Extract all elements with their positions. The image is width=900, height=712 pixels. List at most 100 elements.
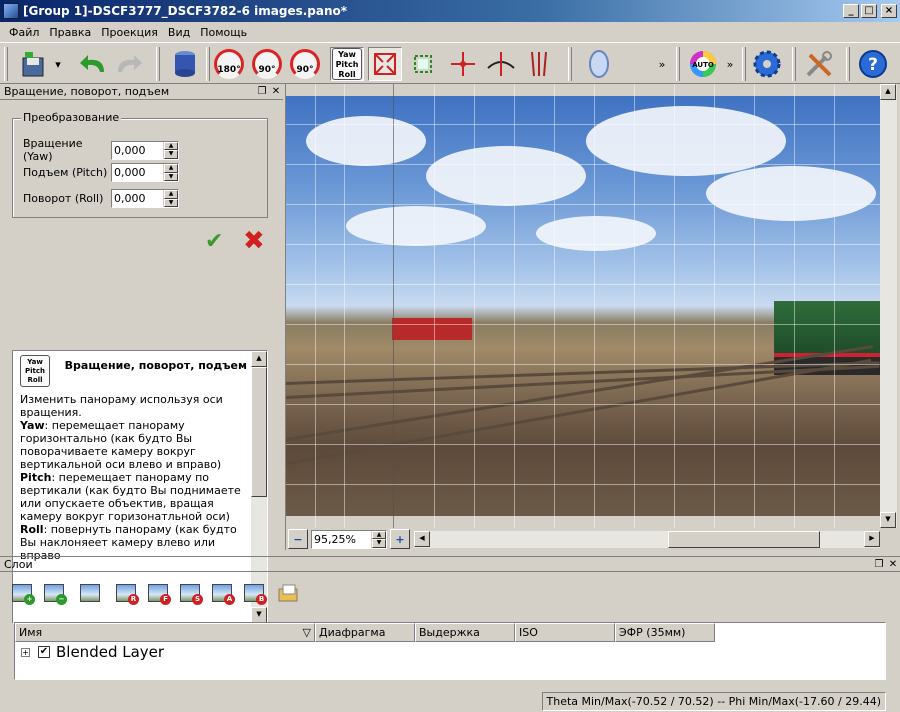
spin-up-icon[interactable]: ▲ — [164, 190, 178, 199]
rotate-180-label: 180° — [217, 65, 241, 75]
close-panel-icon[interactable]: ✕ — [886, 559, 900, 570]
yaw-pitch-roll-icon: Yaw Pitch Roll — [332, 48, 362, 80]
layer-a-button[interactable]: A — [210, 581, 235, 605]
layer-visible-checkbox[interactable]: ✔ — [38, 646, 50, 658]
menu-view[interactable]: Вид — [163, 26, 195, 39]
undo-button[interactable] — [76, 47, 110, 81]
rotate-180-button[interactable]: 180° — [212, 47, 246, 81]
toolbar-overflow-button[interactable]: » — [652, 47, 672, 81]
help-item-yaw: Yaw: перемещает панораму горизонтально (… — [20, 419, 247, 471]
redo-icon — [118, 55, 142, 72]
yaw-value[interactable]: 0,000 — [112, 142, 163, 159]
zoom-spinbox[interactable]: 95,25% ▲ ▼ — [311, 529, 387, 549]
table-row[interactable]: + ✔ Blended Layer — [15, 642, 885, 662]
preview-horizontal-scrollbar[interactable]: ◀ ▶ — [414, 531, 880, 548]
vertical-lines-icon — [531, 51, 547, 77]
toolbar-overflow-button-2[interactable]: » — [720, 47, 740, 81]
roll-spinbox[interactable]: 0,000 ▲ ▼ — [111, 189, 179, 208]
layer-r-button[interactable]: R — [114, 581, 139, 605]
menu-edit[interactable]: Правка — [44, 26, 96, 39]
col-iso[interactable]: ISO — [515, 623, 615, 642]
scroll-down-icon[interactable]: ▼ — [880, 512, 896, 528]
pitch-spinbox[interactable]: 0,000 ▲ ▼ — [111, 163, 179, 182]
rotate-90-left-button[interactable]: 90° — [250, 47, 284, 81]
straighten-button[interactable] — [484, 47, 518, 81]
zoom-value[interactable]: 95,25% — [312, 531, 371, 548]
toolbar-separator — [676, 47, 680, 81]
col-aperture[interactable]: Диафрагма — [315, 623, 415, 642]
crop-button[interactable] — [406, 47, 440, 81]
apply-checkmark-icon[interactable]: ✔ — [205, 229, 223, 254]
pitch-value[interactable]: 0,000 — [112, 164, 163, 181]
undock-icon[interactable]: ❐ — [255, 86, 269, 97]
menu-help[interactable]: Помощь — [195, 26, 252, 39]
scroll-right-icon[interactable]: ▶ — [864, 531, 880, 547]
col-focal-length[interactable]: ЭФР (35мм) — [615, 623, 715, 642]
menu-projection[interactable]: Проекция — [96, 26, 163, 39]
center-button[interactable] — [446, 47, 480, 81]
spin-down-icon[interactable]: ▼ — [164, 198, 178, 207]
undock-icon[interactable]: ❐ — [872, 559, 886, 570]
add-layer-button[interactable]: + — [10, 581, 35, 605]
panel-title: Вращение, поворот, подъем — [4, 85, 170, 98]
rotate-90-right-button[interactable]: 90° — [288, 47, 322, 81]
auto-color-button[interactable]: AUTO — [686, 47, 720, 81]
transform-group-title: Преобразование — [21, 111, 122, 124]
spin-up-icon[interactable]: ▲ — [372, 530, 386, 539]
preview-controls: − 95,25% ▲ ▼ + ◀ ▶ — [286, 528, 898, 550]
preferences-button[interactable] — [802, 47, 836, 81]
save-dropdown-button[interactable]: ▾ — [50, 47, 66, 81]
scroll-thumb[interactable] — [251, 367, 267, 497]
cancel-cross-icon[interactable]: ✖ — [243, 226, 265, 256]
spin-up-icon[interactable]: ▲ — [164, 141, 178, 150]
center-icon — [451, 52, 475, 76]
spin-up-icon[interactable]: ▲ — [164, 164, 178, 173]
maximize-button[interactable]: □ — [861, 4, 877, 18]
vertical-lines-button[interactable] — [522, 47, 556, 81]
layer-notes-button[interactable] — [276, 581, 300, 605]
col-exposure[interactable]: Выдержка — [415, 623, 515, 642]
projection-button[interactable] — [168, 47, 202, 81]
preview-vertical-scrollbar[interactable]: ▲ ▼ — [880, 84, 897, 528]
menu-file[interactable]: Файл — [4, 26, 44, 39]
layers-header: Слои ❐ ✕ — [0, 556, 900, 572]
save-button[interactable] — [16, 47, 50, 81]
pitch-row: Подъем (Pitch) 0,000 ▲ ▼ — [23, 163, 179, 182]
spin-down-icon[interactable]: ▼ — [164, 172, 178, 181]
help-button[interactable]: ? — [856, 47, 890, 81]
layer-icon — [80, 584, 100, 602]
spin-down-icon[interactable]: ▼ — [164, 150, 178, 159]
ypr-panel: Вращение, поворот, подъем ❐ ✕ Преобразов… — [0, 84, 283, 624]
remove-layer-button[interactable]: − — [42, 581, 67, 605]
yaw-pitch-roll-button[interactable]: Yaw Pitch Roll — [330, 47, 364, 81]
layer-b-button[interactable]: B — [242, 581, 267, 605]
redo-button[interactable] — [112, 47, 146, 81]
fit-panorama-button[interactable] — [368, 47, 402, 81]
layer-f-button[interactable]: F — [146, 581, 171, 605]
spin-down-icon[interactable]: ▼ — [372, 539, 386, 548]
help-key: Pitch — [20, 471, 52, 484]
layer-properties-button[interactable] — [78, 581, 102, 605]
house-roof — [392, 318, 472, 340]
roll-value[interactable]: 0,000 — [112, 190, 163, 207]
close-panel-icon[interactable]: ✕ — [269, 86, 283, 97]
scroll-left-icon[interactable]: ◀ — [414, 531, 430, 547]
panorama-canvas[interactable] — [286, 84, 880, 528]
layer-s-button[interactable]: S — [178, 581, 203, 605]
crop-icon — [414, 55, 432, 73]
stitch-settings-button[interactable] — [750, 47, 784, 81]
close-window-button[interactable]: × — [881, 4, 897, 18]
scroll-up-icon[interactable]: ▲ — [251, 351, 267, 367]
col-name[interactable]: Имя ▽ — [15, 623, 315, 642]
scroll-up-icon[interactable]: ▲ — [880, 84, 896, 100]
minimize-button[interactable]: _ — [843, 4, 859, 18]
zoom-out-button[interactable]: − — [288, 529, 308, 549]
zoom-in-button[interactable]: + — [390, 529, 410, 549]
panorama-image[interactable] — [286, 96, 880, 516]
lens-button[interactable] — [582, 47, 616, 81]
layers-toolbar: + − R F S A B — [0, 576, 900, 610]
hscroll-thumb[interactable] — [668, 531, 820, 548]
fit-icon — [374, 53, 396, 75]
expand-icon[interactable]: + — [21, 647, 30, 657]
yaw-spinbox[interactable]: 0,000 ▲ ▼ — [111, 140, 179, 160]
